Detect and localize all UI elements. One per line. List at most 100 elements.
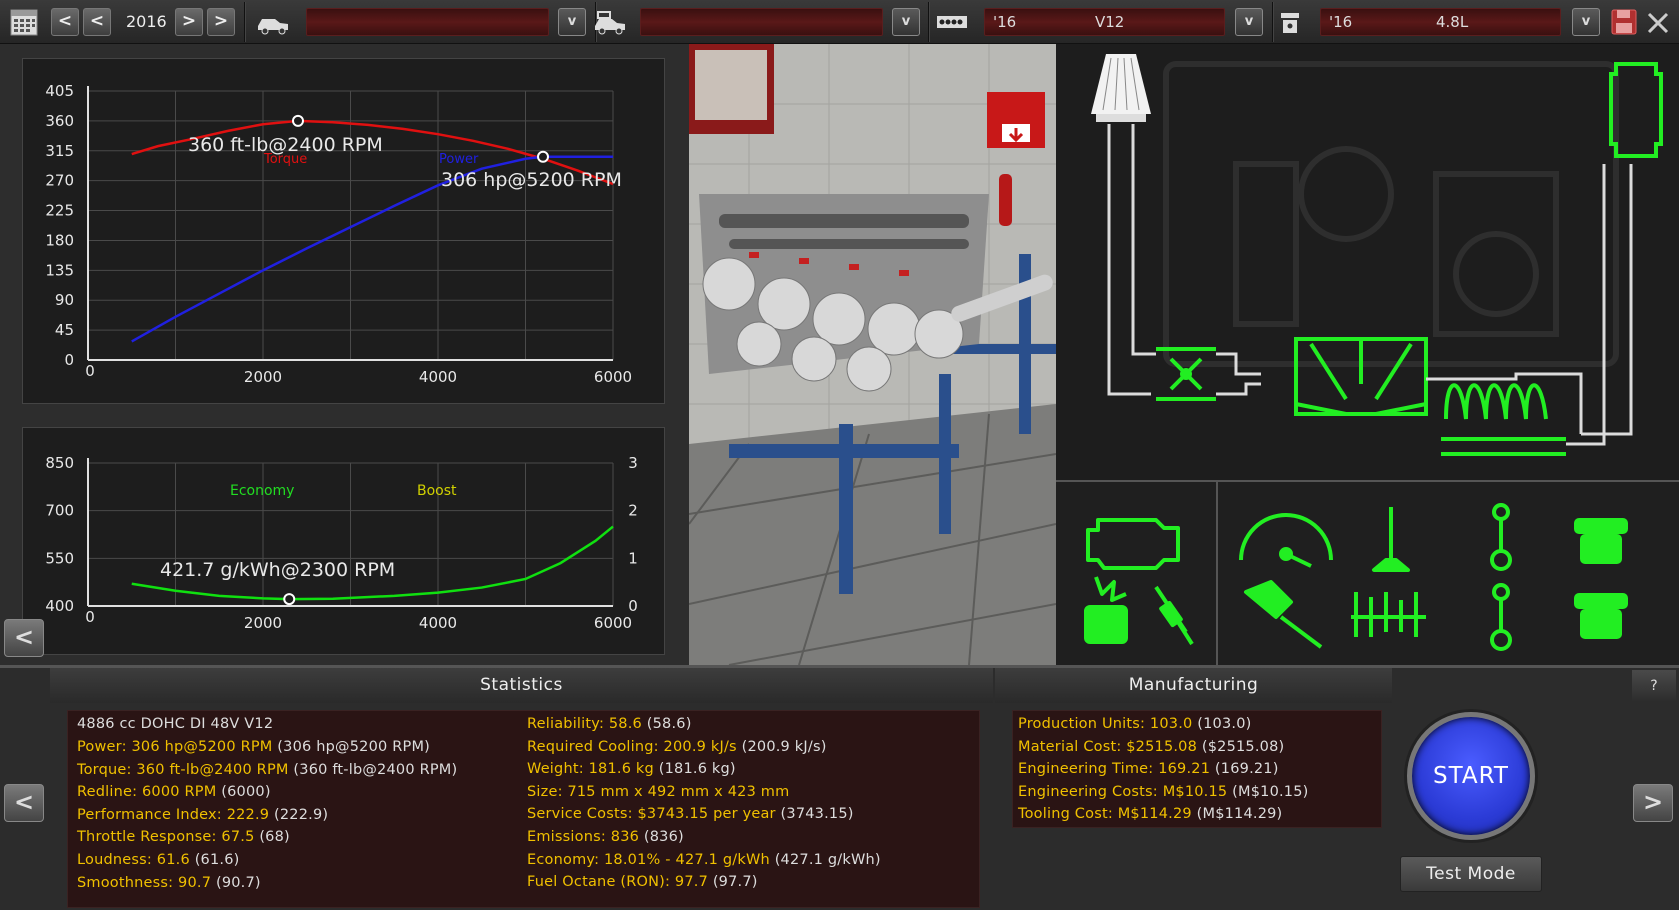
close-icon[interactable] [1643, 6, 1673, 38]
previous-page-button[interactable]: < [4, 784, 44, 822]
x-tick-label: 6000 [594, 368, 632, 386]
stat-key: Performance Index: 222.9 [77, 806, 270, 823]
stat-key: Fuel Octane (RON): 97.7 [527, 874, 709, 891]
stat-row: Size: 715 mm x 492 mm x 423 mm [527, 784, 789, 800]
stat-value: (222.9) [269, 806, 329, 823]
stat-key: Throttle Response: 67.5 [77, 829, 255, 846]
stat-key: Redline: 6000 RPM [77, 784, 217, 801]
charts-back-button[interactable]: < [4, 619, 44, 657]
stat-row: Performance Index: 222.9 (222.9) [77, 807, 328, 823]
stat-key: Size: 715 mm x 492 mm x 423 mm [527, 783, 790, 800]
y-tick-label: 135 [45, 261, 74, 279]
y-tick-label: 405 [45, 82, 74, 100]
stat-key: Emissions: 836 [527, 829, 640, 845]
peak-marker [537, 150, 549, 163]
top-toolbar: < < 2016 > > v v '16 V12 v '16 4.8L v [0, 0, 1679, 44]
stat-row: Throttle Response: 67.5 (68) [77, 829, 290, 845]
stat-key: Smoothness: 90.7 [77, 874, 212, 891]
x-tick-label: 2000 [244, 368, 282, 386]
peak-marker [292, 114, 304, 127]
bottom-panel: Statistics Manufacturing ? 4886 cc DOHC … [0, 665, 1679, 910]
x-tick-label: 6000 [594, 614, 632, 632]
engine-family-field[interactable]: '16 V12 [984, 8, 1225, 36]
y-tick-label: 0 [64, 351, 74, 369]
stat-value: (M$114.29) [1191, 806, 1283, 823]
year-label: 2016 [126, 12, 167, 31]
engine-variant-field[interactable]: '16 4.8L [1320, 8, 1561, 36]
engine-block-icon [935, 6, 969, 38]
help-button[interactable]: ? [1632, 670, 1676, 702]
engine-family-name: V12 [1095, 13, 1125, 31]
stat-key: Engineering Time: 169.21 [1018, 761, 1211, 778]
y-tick-label: 400 [45, 597, 74, 615]
y-tick-label: 180 [45, 231, 74, 249]
car-model-icon [255, 6, 291, 38]
x-tick-label: 2000 [244, 614, 282, 632]
piston-part-icon[interactable] [1574, 518, 1628, 564]
power-peak-label: 306 hp@5200 RPM [441, 169, 622, 191]
engine-variant-name: 4.8L [1436, 13, 1469, 31]
spark-plug-icon[interactable] [1154, 585, 1194, 646]
stat-value: (181.6 kg) [653, 761, 736, 778]
save-icon[interactable] [1609, 6, 1639, 38]
torque-power-chart-panel: 0 2000 4000 6000 0 45 90 135 180 225 270 315 360 405 … [22, 58, 665, 404]
stat-key: Reliability: 58.6 [527, 716, 642, 732]
camshaft-icon[interactable] [1351, 592, 1426, 637]
stat-row: Fuel Octane (RON): 97.7 (97.7) [527, 874, 758, 890]
test-mode-button[interactable]: Test Mode [1400, 856, 1542, 892]
stat-row: Engineering Time: 169.21 (169.21) [1018, 761, 1279, 777]
piston-forged-icon[interactable] [1574, 593, 1628, 639]
stat-row: Economy: 18.01% - 427.1 g/kWh (427.1 g/k… [527, 852, 881, 868]
x-tick-label: 4000 [419, 368, 457, 386]
stat-row: Smoothness: 90.7 (90.7) [77, 875, 261, 891]
engine-family-year: '16 [993, 13, 1017, 31]
valve-icon[interactable] [1372, 507, 1410, 572]
stat-row: Torque: 360 ft-lb@2400 RPM (360 ft-lb@24… [77, 762, 457, 778]
stat-value: (58.6) [641, 716, 692, 732]
stat-row: Emissions: 836 (836) [527, 829, 684, 845]
connecting-rod-forged-icon[interactable] [1490, 583, 1512, 651]
stat-row: Required Cooling: 200.9 kJ/s (200.9 kJ/s… [527, 739, 827, 755]
engine-layout-schematic [1056, 44, 1679, 480]
engine-block-part-icon[interactable] [1086, 518, 1180, 570]
stat-key: Torque: 360 ft-lb@2400 RPM [77, 761, 289, 778]
y-tick-label: 850 [45, 454, 74, 472]
stat-value: (90.7) [211, 874, 261, 891]
gauge-icon[interactable] [1239, 513, 1333, 568]
start-button[interactable]: START [1407, 712, 1535, 840]
year-forward-button[interactable]: > [175, 8, 203, 36]
piston-icon [1275, 6, 1305, 38]
manufacturing-box: Production Units: 103.0 (103.0) Material … [1012, 710, 1382, 828]
engine-variant-dropdown-button[interactable]: v [1572, 8, 1600, 36]
car-trim-field[interactable] [640, 8, 883, 36]
car-model-dropdown-button[interactable]: v [558, 8, 586, 36]
stat-value: (3743.15) [775, 806, 854, 823]
tuning-wrench-icon[interactable] [1244, 580, 1323, 649]
y-tick-label: 45 [55, 321, 74, 339]
year-back-button[interactable]: < [83, 8, 111, 36]
year-forward-fast-button[interactable]: > [207, 8, 235, 36]
statistics-box: 4886 cc DOHC DI 48V V12 Power: 306 hp@52… [67, 710, 980, 908]
y-tick-label: 90 [55, 291, 74, 309]
torque-power-chart: 0 2000 4000 600004590135180225270315360405 … [45, 82, 632, 386]
car-trim-dropdown-button[interactable]: v [892, 8, 920, 36]
power-legend: Power [439, 152, 479, 167]
year-back-fast-button[interactable]: < [51, 8, 79, 36]
stat-value: (M$10.15) [1227, 783, 1309, 800]
y-tick-label: 315 [45, 142, 74, 160]
engine-family-dropdown-button[interactable]: v [1235, 8, 1263, 36]
engine-description: 4886 cc DOHC DI 48V V12 [77, 716, 274, 732]
engine-parts-grid [1056, 480, 1679, 667]
y2-tick-label: 2 [628, 502, 638, 520]
stat-key: Service Costs: $3743.15 per year [527, 806, 776, 823]
engine-3d-view[interactable] [689, 44, 1056, 665]
stat-value: (6000) [216, 784, 271, 801]
car-model-field[interactable] [306, 8, 549, 36]
stat-row: Production Units: 103.0 (103.0) [1018, 716, 1251, 732]
stat-value: (306 hp@5200 RPM) [272, 739, 431, 755]
connecting-rod-icon[interactable] [1490, 503, 1512, 571]
piston-damage-icon[interactable] [1084, 576, 1128, 644]
calendar-icon[interactable] [8, 6, 40, 38]
next-page-button[interactable]: > [1633, 784, 1673, 822]
stat-value: (61.6) [189, 852, 240, 868]
